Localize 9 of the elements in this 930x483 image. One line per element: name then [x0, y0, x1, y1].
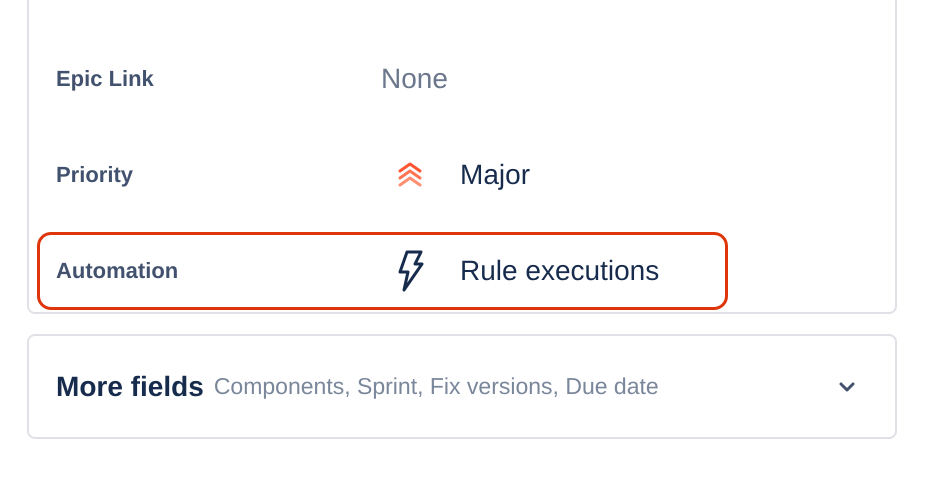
field-label: Epic Link [56, 66, 155, 92]
field-summary: Components, Sprint, Fix versions, Due date [214, 373, 660, 400]
field-value[interactable]: None [381, 63, 448, 95]
field-label: Automation [56, 258, 180, 284]
field-label: Priority [56, 162, 134, 188]
field-value[interactable]: Major [460, 159, 530, 191]
more-fields-panel[interactable]: More fields Components, Sprint, Fix versions, Due date [27, 334, 897, 439]
field-value[interactable]: Rule executions [460, 255, 660, 287]
section-title: More fields [56, 370, 204, 402]
